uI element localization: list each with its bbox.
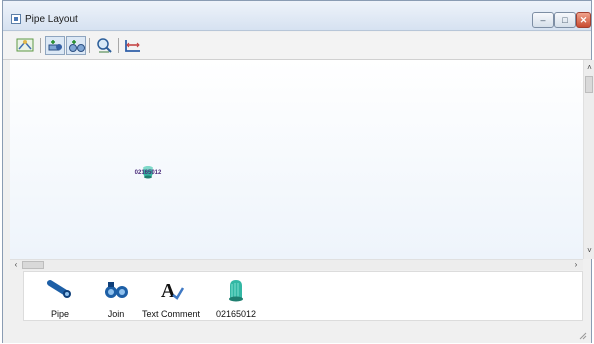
toolbar-separator: [118, 38, 119, 53]
palette-label: Pipe: [50, 309, 69, 319]
app-icon[interactable]: [11, 14, 21, 24]
component-palette: Pipe Join A Text Comment 02165012: [23, 271, 583, 321]
add-pipe-icon[interactable]: [45, 36, 65, 55]
component-02165012-icon: [229, 280, 243, 302]
window-title: Pipe Layout: [25, 14, 78, 25]
component-label: 02165012: [134, 170, 162, 176]
join-icon: [105, 282, 128, 298]
zoom-icon[interactable]: [94, 36, 114, 55]
layout-canvas[interactable]: 02165012: [10, 60, 583, 259]
close-button[interactable]: ✕: [576, 12, 591, 28]
palette-item-02165012[interactable]: 02165012: [206, 276, 266, 320]
horizontal-scrollbar[interactable]: ‹ ›: [10, 259, 583, 270]
scroll-right-arrow[interactable]: ›: [571, 260, 581, 270]
add-join-icon[interactable]: [66, 36, 86, 55]
toolbar: [3, 32, 591, 60]
palette-label: Text Comment: [141, 309, 201, 319]
svg-text:A: A: [161, 280, 176, 302]
vertical-scroll-thumb[interactable]: [585, 76, 593, 93]
pipe-layout-window: Pipe Layout – □ ✕ 02165012 ˄ ˅ ‹ › Pipe …: [2, 0, 594, 343]
scroll-up-arrow[interactable]: ˄: [585, 63, 594, 73]
title-bar[interactable]: Pipe Layout – □ ✕: [3, 1, 591, 31]
valve-component[interactable]: 02165012: [130, 158, 166, 194]
toolbar-separator: [40, 38, 41, 53]
resize-grip-icon[interactable]: [577, 330, 587, 340]
palette-item-text-comment[interactable]: A Text Comment: [136, 276, 206, 320]
minimize-button[interactable]: –: [532, 12, 554, 28]
valve-component-icon: [143, 166, 153, 179]
fit-view-icon[interactable]: [15, 36, 35, 55]
toolbar-separator: [89, 38, 90, 53]
horizontal-scroll-thumb[interactable]: [22, 261, 44, 269]
scroll-left-arrow[interactable]: ‹: [11, 260, 21, 270]
maximize-button[interactable]: □: [554, 12, 576, 28]
palette-label: 02165012: [215, 309, 257, 319]
pipe-icon: [47, 280, 71, 298]
text-comment-icon: A: [161, 280, 185, 302]
scroll-down-arrow[interactable]: ˅: [585, 246, 594, 256]
vertical-scrollbar[interactable]: ˄ ˅: [583, 60, 594, 259]
palette-item-pipe[interactable]: Pipe: [30, 276, 90, 320]
measure-icon[interactable]: [123, 36, 143, 55]
status-bar: [3, 322, 591, 343]
